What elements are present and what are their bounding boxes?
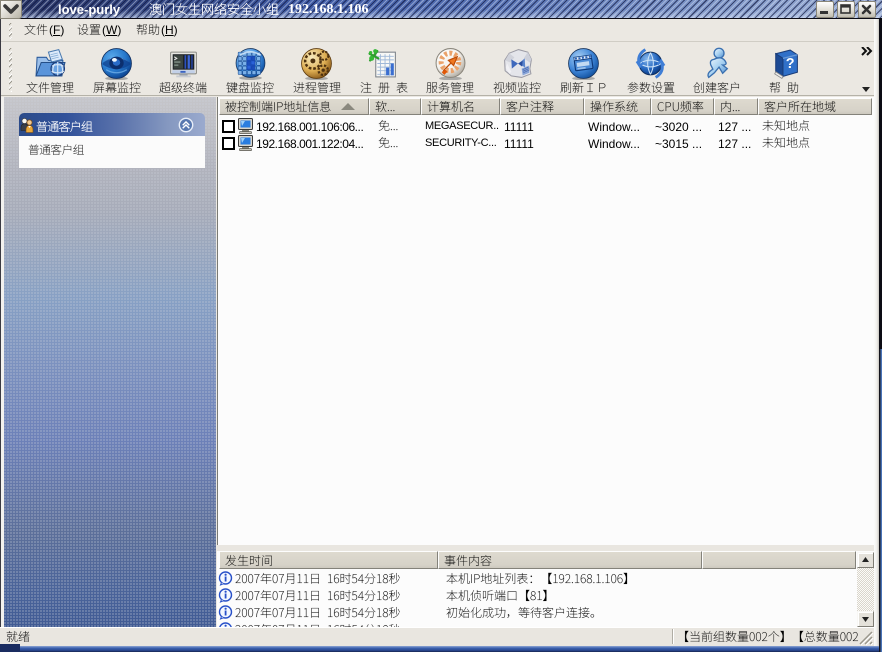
svg-text:?: ?	[786, 56, 795, 72]
